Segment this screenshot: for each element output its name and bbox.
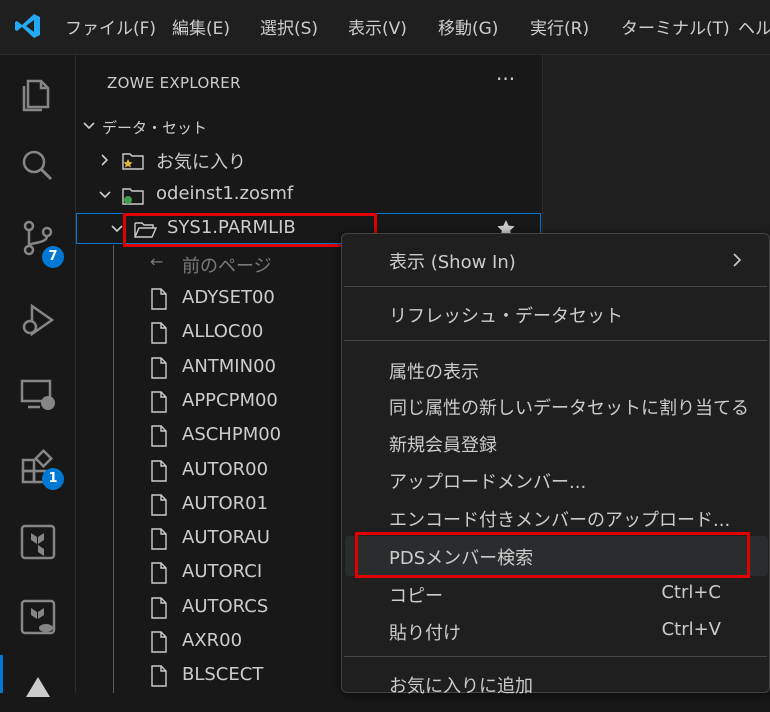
menu-run[interactable]: 実行(R) xyxy=(530,14,589,39)
tree-item-member[interactable]: ANTMIN00 xyxy=(76,353,346,385)
tree-label: AUTORCS xyxy=(182,595,269,617)
tree-label: 前のページ xyxy=(182,256,272,277)
section-datasets[interactable]: データ・セット xyxy=(76,111,541,143)
file-icon xyxy=(151,528,167,550)
menu-item-add-favorite[interactable]: お気に入りに追加 xyxy=(389,672,533,698)
section-label: データ・セット xyxy=(102,119,208,137)
file-icon xyxy=(151,459,167,482)
tree-label: odeinst1.zosmf xyxy=(156,183,294,204)
file-icon xyxy=(151,596,167,619)
chevron-right-icon xyxy=(101,154,109,166)
activity-bar: 7 1 xyxy=(0,55,76,697)
tree-label: ASCHPM00 xyxy=(182,424,282,446)
menu-item-copy[interactable]: コピー xyxy=(389,582,443,608)
tree-item-member[interactable]: ADYSET00 xyxy=(76,284,346,316)
favorites-folder-icon xyxy=(122,153,144,170)
tree-label: AUTORAU xyxy=(182,527,270,549)
menu-file[interactable]: ファイル(F) xyxy=(65,14,156,39)
panel-title: ZOWE EXPLORER xyxy=(107,74,241,92)
tree-label: APPCPM00 xyxy=(182,389,278,411)
highlight-box-search xyxy=(355,532,750,578)
file-icon xyxy=(151,665,167,687)
tree-item-member[interactable]: AUTOR00 xyxy=(76,456,346,488)
tree-item-profile[interactable]: odeinst1.zosmf xyxy=(76,180,541,212)
file-icon xyxy=(151,322,167,344)
chevron-down-icon xyxy=(99,191,111,199)
zowe-icon[interactable] xyxy=(18,667,58,707)
profile-folder-icon xyxy=(122,188,144,205)
run-debug-icon[interactable] xyxy=(18,300,58,340)
scm-badge: 7 xyxy=(42,246,64,268)
file-icon xyxy=(151,494,167,516)
file-icon xyxy=(151,631,167,653)
more-actions-button[interactable]: ··· xyxy=(496,67,515,91)
tree-label: ANTMIN00 xyxy=(182,355,276,377)
chevron-down-icon xyxy=(83,122,95,130)
extensions-badge: 1 xyxy=(42,468,64,490)
tree-item-prev-page[interactable]: ← 前のページ xyxy=(76,249,346,281)
menu-separator xyxy=(344,340,767,341)
menu-separator xyxy=(344,656,767,657)
tree-item-member[interactable]: BLSCECT xyxy=(76,661,346,693)
highlight-box-dataset xyxy=(123,213,377,247)
shortcut-copy: Ctrl+C xyxy=(661,582,721,603)
tree-item-member[interactable]: AUTORAU xyxy=(76,524,346,556)
active-view-indicator xyxy=(0,655,3,693)
file-icon xyxy=(151,391,167,413)
remote-explorer-icon[interactable] xyxy=(18,375,58,415)
menu-item-paste[interactable]: 貼り付け xyxy=(389,619,461,645)
search-icon[interactable] xyxy=(18,146,58,186)
menu-go[interactable]: 移動(G) xyxy=(438,14,498,39)
tree-item-member[interactable]: AXR00 xyxy=(76,627,346,659)
file-icon xyxy=(151,288,167,310)
file-icon xyxy=(151,562,167,585)
tree-label: お気に入り xyxy=(156,152,246,173)
arrow-left-icon: ← xyxy=(150,252,164,271)
menu-item-create-member[interactable]: 新規会員登録 xyxy=(389,431,497,457)
menu-edit[interactable]: 編集(E) xyxy=(172,14,230,39)
terraform-icon[interactable] xyxy=(18,522,58,562)
context-menu: 表示 (Show In) リフレッシュ・データセット 属性の表示 同じ属性の新し… xyxy=(341,233,770,697)
menu-item-upload-with-encoding[interactable]: エンコード付きメンバーのアップロード... xyxy=(389,506,730,532)
tree-label: AUTORCI xyxy=(182,561,263,583)
tree-item-member[interactable]: APPCPM00 xyxy=(76,387,346,419)
tree-label: AUTOR00 xyxy=(182,458,269,480)
menu-item-allocate-like[interactable]: 同じ属性の新しいデータセットに割り当てる xyxy=(389,394,749,420)
shortcut-paste: Ctrl+V xyxy=(661,619,721,640)
menu-terminal[interactable]: ターミナル(T) xyxy=(621,14,730,39)
menu-item-show-attributes[interactable]: 属性の表示 xyxy=(389,358,479,384)
file-icon xyxy=(151,425,167,447)
chevron-right-icon xyxy=(733,253,742,267)
menu-item-upload-member[interactable]: アップロードメンバー... xyxy=(389,468,586,494)
tree-item-member[interactable]: AUTORCS xyxy=(76,593,346,625)
tree-label: ALLOC00 xyxy=(182,321,264,343)
menu-help[interactable]: ヘル xyxy=(738,14,770,39)
chevron-down-icon xyxy=(111,225,123,233)
tree-label: BLSCECT xyxy=(182,664,264,686)
title-bar: ファイル(F) 編集(E) 選択(S) 表示(V) 移動(G) 実行(R) ター… xyxy=(0,0,770,55)
tree-item-member[interactable]: AUTORCI xyxy=(76,558,346,590)
tree-item-member[interactable]: ASCHPM00 xyxy=(76,421,346,453)
vscode-logo-icon xyxy=(15,14,40,38)
tree-label: AUTOR01 xyxy=(182,492,269,514)
terraform-cloud-icon[interactable] xyxy=(18,597,58,637)
menu-separator xyxy=(344,286,767,287)
tree-item-favorites[interactable]: お気に入り xyxy=(76,145,541,177)
menu-item-show-in[interactable]: 表示 (Show In) xyxy=(389,248,516,274)
tree-item-member[interactable]: ALLOC00 xyxy=(76,318,346,350)
tree-label: AXR00 xyxy=(182,630,243,651)
menu-selection[interactable]: 選択(S) xyxy=(260,14,318,39)
explorer-icon[interactable] xyxy=(18,72,58,112)
menu-item-refresh-dataset[interactable]: リフレッシュ・データセット xyxy=(389,302,623,328)
tree-label: ADYSET00 xyxy=(182,287,275,308)
tree-item-member[interactable]: AUTOR01 xyxy=(76,490,346,522)
menu-view[interactable]: 表示(V) xyxy=(348,14,407,39)
file-icon xyxy=(151,356,167,379)
